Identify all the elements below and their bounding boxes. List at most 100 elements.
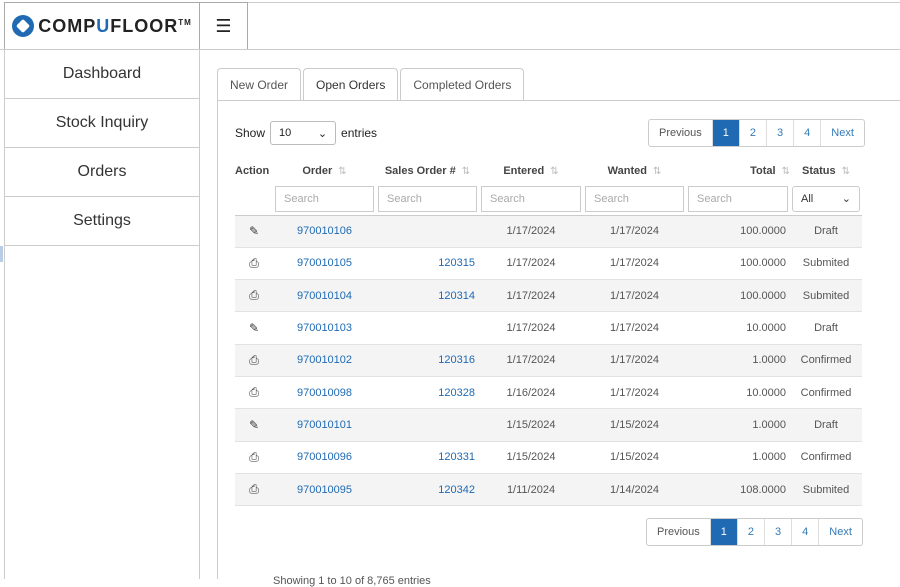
order-link[interactable]: 970010095 bbox=[297, 484, 352, 496]
show-label: Show bbox=[235, 126, 266, 140]
tab-new-order[interactable]: New Order bbox=[217, 68, 302, 100]
sidebar-item-dashboard[interactable]: Dashboard bbox=[5, 50, 199, 99]
column-header-wanted[interactable]: Wanted ⇅ bbox=[583, 159, 686, 183]
chevron-down-icon: ⌄ bbox=[841, 193, 851, 206]
wanted-cell: 1/15/2024 bbox=[583, 441, 686, 474]
print-icon[interactable]: ⎙ bbox=[249, 482, 259, 496]
entered-cell: 1/17/2024 bbox=[479, 279, 583, 313]
column-header-status[interactable]: Status ⇅ bbox=[790, 159, 862, 183]
wanted-cell: 1/15/2024 bbox=[583, 408, 686, 442]
status-filter-select[interactable]: All ⌄ bbox=[792, 185, 860, 212]
order-link[interactable]: 970010104 bbox=[297, 290, 352, 302]
total-cell: 1.0000 bbox=[686, 441, 790, 474]
page-button-4[interactable]: 4 bbox=[792, 519, 820, 545]
filter-row: All ⌄ bbox=[235, 183, 862, 216]
sort-icon: ⇅ bbox=[338, 166, 347, 177]
previous-button[interactable]: Previous bbox=[649, 120, 713, 146]
page-button-2[interactable]: 2 bbox=[740, 120, 768, 146]
column-header-action: Action bbox=[235, 165, 270, 177]
wanted-search-input[interactable] bbox=[585, 185, 684, 212]
wanted-cell: 1/17/2024 bbox=[583, 376, 686, 410]
sales-order-search-input[interactable] bbox=[378, 185, 477, 212]
page-button-1[interactable]: 1 bbox=[710, 519, 738, 545]
page-button-4[interactable]: 4 bbox=[794, 120, 822, 146]
sidebar-item-settings[interactable]: Settings bbox=[5, 197, 199, 246]
table-row: ⎙ 970010102 120316 1/17/2024 1/17/2024 1.0000… bbox=[235, 344, 862, 377]
column-header-total[interactable]: Total ⇅ bbox=[686, 159, 790, 183]
entered-cell: 1/16/2024 bbox=[479, 376, 583, 410]
order-link[interactable]: 970010103 bbox=[297, 322, 352, 334]
tab-open-orders[interactable]: Open Orders bbox=[303, 68, 399, 101]
order-link[interactable]: 970010101 bbox=[297, 419, 352, 431]
brand-name: COMPUFLOORTM bbox=[38, 15, 192, 36]
table-header-row: Action Order ⇅ Sales Order # ⇅ Entered ⇅ Wa… bbox=[235, 159, 862, 183]
column-header-sales-order[interactable]: Sales Order # ⇅ bbox=[376, 159, 479, 183]
order-link[interactable]: 970010102 bbox=[297, 354, 352, 366]
order-tabs: New Order Open Orders Completed Orders bbox=[217, 68, 526, 101]
edit-icon[interactable]: ✎ bbox=[249, 224, 259, 238]
edit-icon[interactable]: ✎ bbox=[249, 418, 259, 432]
open-orders-panel: Show 10 ⌄ entries Previous 1 2 3 4 Next … bbox=[217, 101, 900, 587]
sort-icon: ⇅ bbox=[781, 166, 790, 177]
total-search-input[interactable] bbox=[688, 185, 788, 212]
entered-cell: 1/15/2024 bbox=[479, 408, 583, 442]
page-button-1[interactable]: 1 bbox=[712, 120, 740, 146]
table-row: ⎙ 970010098 120328 1/16/2024 1/17/2024 10.000… bbox=[235, 376, 862, 410]
order-search-input[interactable] bbox=[275, 185, 374, 212]
status-cell: Draft bbox=[790, 408, 862, 442]
menu-toggle-button[interactable]: ☰ bbox=[200, 2, 248, 49]
sales-order-link[interactable]: 120328 bbox=[438, 387, 475, 399]
order-link[interactable]: 970010098 bbox=[297, 387, 352, 399]
sort-icon: ⇅ bbox=[841, 166, 850, 177]
column-header-entered[interactable]: Entered ⇅ bbox=[479, 159, 583, 183]
wanted-cell: 1/17/2024 bbox=[583, 279, 686, 313]
brand-logo[interactable]: COMPUFLOORTM bbox=[4, 2, 200, 49]
total-cell: 100.0000 bbox=[686, 247, 790, 281]
total-cell: 1.0000 bbox=[686, 408, 790, 442]
table-row: ✎ 970010101 1/15/2024 1/15/2024 1.0000 Draft bbox=[235, 408, 862, 442]
wanted-cell: 1/17/2024 bbox=[583, 215, 686, 248]
previous-button[interactable]: Previous bbox=[647, 519, 711, 545]
print-icon[interactable]: ⎙ bbox=[249, 385, 259, 399]
sort-desc-icon: ⇅ bbox=[550, 166, 559, 177]
table-row: ✎ 970010103 1/17/2024 1/17/2024 10.0000 Draft bbox=[235, 311, 862, 345]
print-icon[interactable]: ⎙ bbox=[249, 450, 259, 464]
order-link[interactable]: 970010106 bbox=[297, 225, 352, 237]
total-cell: 108.0000 bbox=[686, 473, 790, 507]
entries-select[interactable]: 10 ⌄ bbox=[270, 121, 337, 145]
sidebar-item-label: Stock Inquiry bbox=[55, 114, 149, 131]
column-header-order[interactable]: Order ⇅ bbox=[273, 159, 376, 183]
sales-order-link[interactable]: 120314 bbox=[438, 290, 475, 302]
tab-completed-orders[interactable]: Completed Orders bbox=[400, 68, 525, 100]
page-button-3[interactable]: 3 bbox=[767, 120, 795, 146]
wanted-cell: 1/17/2024 bbox=[583, 344, 686, 377]
status-cell: Draft bbox=[790, 311, 862, 345]
entered-search-input[interactable] bbox=[481, 185, 581, 212]
sidebar-item-label: Orders bbox=[77, 163, 127, 180]
print-icon[interactable]: ⎙ bbox=[249, 353, 259, 367]
chevron-down-icon: ⌄ bbox=[317, 127, 328, 140]
edit-icon[interactable]: ✎ bbox=[249, 321, 259, 335]
next-button[interactable]: Next bbox=[821, 120, 864, 146]
status-cell: Confirmed bbox=[790, 344, 862, 377]
sales-order-link[interactable]: 120342 bbox=[438, 484, 475, 496]
table-row: ⎙ 970010104 120314 1/17/2024 1/17/2024 100.00… bbox=[235, 279, 862, 313]
order-link[interactable]: 970010096 bbox=[297, 451, 352, 463]
table-row: ⎙ 970010095 120342 1/11/2024 1/14/2024 108.00… bbox=[235, 473, 862, 507]
page-button-2[interactable]: 2 bbox=[738, 519, 766, 545]
sidebar-item-stock-inquiry[interactable]: Stock Inquiry bbox=[5, 99, 199, 148]
next-button[interactable]: Next bbox=[819, 519, 862, 545]
print-icon[interactable]: ⎙ bbox=[249, 288, 259, 302]
print-icon[interactable]: ⎙ bbox=[249, 256, 259, 270]
status-filter-value: All bbox=[801, 192, 814, 205]
entered-cell: 1/17/2024 bbox=[479, 247, 583, 281]
table-info: Showing 1 to 10 of 8,765 entries bbox=[273, 575, 431, 587]
order-link[interactable]: 970010105 bbox=[297, 257, 352, 269]
page-button-3[interactable]: 3 bbox=[765, 519, 793, 545]
sales-order-link[interactable]: 120316 bbox=[438, 354, 475, 366]
sales-order-link[interactable]: 120331 bbox=[438, 451, 475, 463]
sidebar-item-orders[interactable]: Orders bbox=[5, 148, 199, 197]
table-row: ✎ 970010106 1/17/2024 1/17/2024 100.0000 Draf… bbox=[235, 215, 862, 248]
total-cell: 100.0000 bbox=[686, 279, 790, 313]
sales-order-link[interactable]: 120315 bbox=[438, 257, 475, 269]
